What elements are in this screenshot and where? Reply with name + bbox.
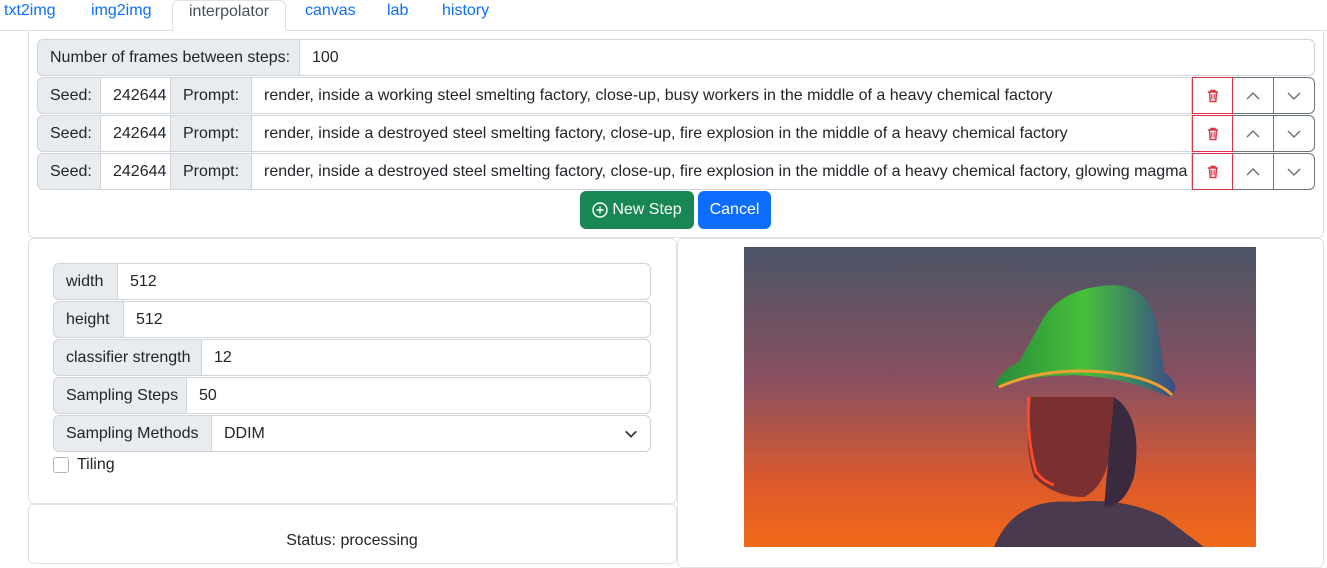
prompt-input[interactable]: render, inside a destroyed steel smeltin…	[252, 115, 1192, 152]
chevron-down-icon	[1287, 91, 1301, 100]
prompt-label: Prompt:	[171, 153, 252, 190]
prompt-input[interactable]: render, inside a working steel smelting …	[252, 77, 1192, 114]
move-up-button[interactable]	[1233, 77, 1274, 114]
new-step-button[interactable]: New Step	[580, 191, 694, 229]
move-down-button[interactable]	[1274, 77, 1315, 114]
step-row: Seed: 242644 Prompt: render, inside a wo…	[37, 77, 1315, 114]
new-step-label: New Step	[612, 201, 682, 218]
cfg-input[interactable]: 12	[202, 339, 651, 376]
seed-label: Seed:	[37, 115, 101, 152]
chevron-up-icon	[1246, 91, 1260, 100]
trash-icon	[1207, 165, 1218, 178]
tab-txt2img[interactable]: txt2img	[4, 0, 56, 31]
sampling-steps-input-group: Sampling Steps 50	[53, 377, 651, 414]
height-input-group: height 512	[53, 301, 651, 338]
sampling-method-label: Sampling Methods	[53, 415, 212, 452]
prompt-label: Prompt:	[171, 115, 252, 152]
prompt-label: Prompt:	[171, 77, 252, 114]
chevron-up-icon	[1246, 129, 1260, 138]
tiling-label: Tiling	[77, 456, 115, 473]
select-chevron-icon	[625, 430, 637, 438]
frames-label: Number of frames between steps:	[37, 39, 300, 76]
cancel-button[interactable]: Cancel	[698, 191, 771, 229]
seed-input[interactable]: 242644	[101, 77, 171, 114]
frames-input-group: Number of frames between steps: 100	[37, 39, 1315, 76]
tab-canvas[interactable]: canvas	[305, 0, 356, 31]
move-up-button[interactable]	[1233, 153, 1274, 190]
move-up-button[interactable]	[1233, 115, 1274, 152]
tab-interpolator[interactable]: interpolator	[172, 0, 287, 32]
status-text: Status: processing	[286, 532, 418, 549]
sampling-steps-label: Sampling Steps	[53, 377, 187, 414]
sampling-method-value: DDIM	[224, 424, 265, 442]
plus-circle-icon	[592, 202, 609, 218]
width-input-group: width 512	[53, 263, 651, 300]
cfg-input-group: classifier strength 12	[53, 339, 651, 376]
move-down-button[interactable]	[1274, 153, 1315, 190]
prompt-input[interactable]: render, inside a destroyed steel smeltin…	[252, 153, 1192, 190]
tab-img2img[interactable]: img2img	[91, 0, 151, 31]
step-row: Seed: 242644 Prompt: render, inside a de…	[37, 115, 1315, 152]
generated-image-graphic	[744, 247, 1256, 547]
seed-input[interactable]: 242644	[101, 115, 171, 152]
delete-step-button[interactable]	[1192, 77, 1233, 114]
chevron-up-icon	[1246, 167, 1260, 176]
seed-input[interactable]: 242644	[101, 153, 171, 190]
seed-label: Seed:	[37, 77, 101, 114]
tab-history[interactable]: history	[442, 0, 489, 31]
sampling-steps-input[interactable]: 50	[187, 377, 651, 414]
sampling-method-group: Sampling Methods DDIM	[53, 415, 651, 452]
nav-tabs: txt2img img2img interpolator canvas lab …	[0, 0, 1327, 32]
chevron-down-icon	[1287, 129, 1301, 138]
delete-step-button[interactable]	[1192, 115, 1233, 152]
height-input[interactable]: 512	[124, 301, 651, 338]
generated-image	[744, 247, 1256, 547]
seed-label: Seed:	[37, 153, 101, 190]
tiling-checkbox[interactable]	[53, 457, 69, 473]
sampling-method-select[interactable]: DDIM	[212, 415, 651, 452]
cfg-label: classifier strength	[53, 339, 202, 376]
trash-icon	[1207, 89, 1218, 102]
step-row: Seed: 242644 Prompt: render, inside a de…	[37, 153, 1315, 190]
height-label: height	[53, 301, 124, 338]
chevron-down-icon	[1287, 167, 1301, 176]
delete-step-button[interactable]	[1192, 153, 1233, 190]
move-down-button[interactable]	[1274, 115, 1315, 152]
trash-icon	[1207, 127, 1218, 140]
frames-input[interactable]: 100	[300, 39, 1315, 76]
width-label: width	[53, 263, 118, 300]
width-input[interactable]: 512	[118, 263, 651, 300]
tab-lab[interactable]: lab	[387, 0, 408, 31]
